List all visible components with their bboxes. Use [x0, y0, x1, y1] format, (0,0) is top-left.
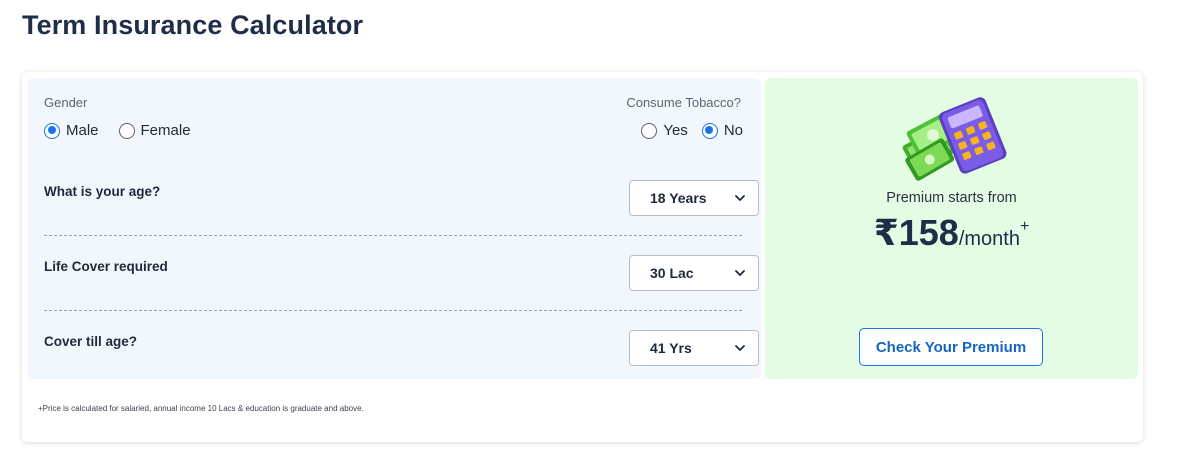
radio-female[interactable]	[118, 122, 135, 139]
cover-till-row: Cover till age? 41 Yrs	[44, 330, 759, 366]
premium-amount-marker: +	[1019, 218, 1030, 235]
cover-till-question: Cover till age?	[44, 334, 138, 349]
radio-no[interactable]	[701, 122, 718, 139]
tobacco-option-yes[interactable]: Yes	[641, 122, 688, 139]
life-cover-select-value: 30 Lac	[650, 265, 694, 281]
calculator-money-icon	[902, 97, 1007, 181]
gender-option-female-label: Female	[140, 122, 191, 139]
chevron-down-icon	[735, 345, 745, 351]
check-premium-button[interactable]: Check Your Premium	[859, 328, 1043, 366]
tobacco-option-yes-label: Yes	[663, 122, 688, 139]
tobacco-radio-group: Yes No	[627, 122, 743, 139]
tobacco-option-no[interactable]: No	[701, 122, 743, 139]
life-cover-select[interactable]: 30 Lac	[629, 255, 759, 291]
premium-caption: Premium starts from	[886, 190, 1017, 206]
tobacco-label: Consume Tobacco?	[626, 95, 741, 110]
gender-label: Gender	[44, 95, 88, 110]
gender-option-male-label: Male	[66, 122, 99, 139]
cover-till-select-value: 41 Yrs	[650, 340, 692, 356]
chevron-down-icon	[735, 270, 745, 276]
chevron-down-icon	[735, 195, 745, 201]
life-cover-row: Life Cover required 30 Lac	[44, 255, 759, 291]
price-footnote: +Price is calculated for salaried, annua…	[38, 404, 364, 413]
premium-amount-value: ₹158	[873, 212, 959, 253]
age-question: What is your age?	[44, 184, 161, 199]
age-row: What is your age? 18 Years	[44, 180, 759, 216]
divider	[44, 310, 742, 311]
premium-amount: ₹158/month+	[765, 212, 1138, 254]
divider	[44, 235, 742, 236]
premium-panel: Premium starts from ₹158/month+ Check Yo…	[765, 78, 1138, 379]
radio-male[interactable]	[44, 122, 60, 139]
calculator-card: Gender Male Female Consume Tobacco? Yes …	[22, 72, 1143, 442]
calculator-form: Gender Male Female Consume Tobacco? Yes …	[28, 78, 761, 379]
tobacco-option-no-label: No	[723, 122, 743, 139]
gender-radio-group: Male Female	[44, 122, 211, 139]
premium-amount-unit: /month	[958, 228, 1020, 250]
gender-option-female[interactable]: Female	[118, 122, 191, 139]
age-select[interactable]: 18 Years	[629, 180, 759, 216]
page-title: Term Insurance Calculator	[22, 10, 364, 40]
cover-till-select[interactable]: 41 Yrs	[629, 330, 759, 366]
radio-yes[interactable]	[641, 122, 658, 139]
life-cover-question: Life Cover required	[44, 259, 168, 274]
age-select-value: 18 Years	[650, 190, 707, 206]
gender-option-male[interactable]: Male	[44, 122, 99, 139]
